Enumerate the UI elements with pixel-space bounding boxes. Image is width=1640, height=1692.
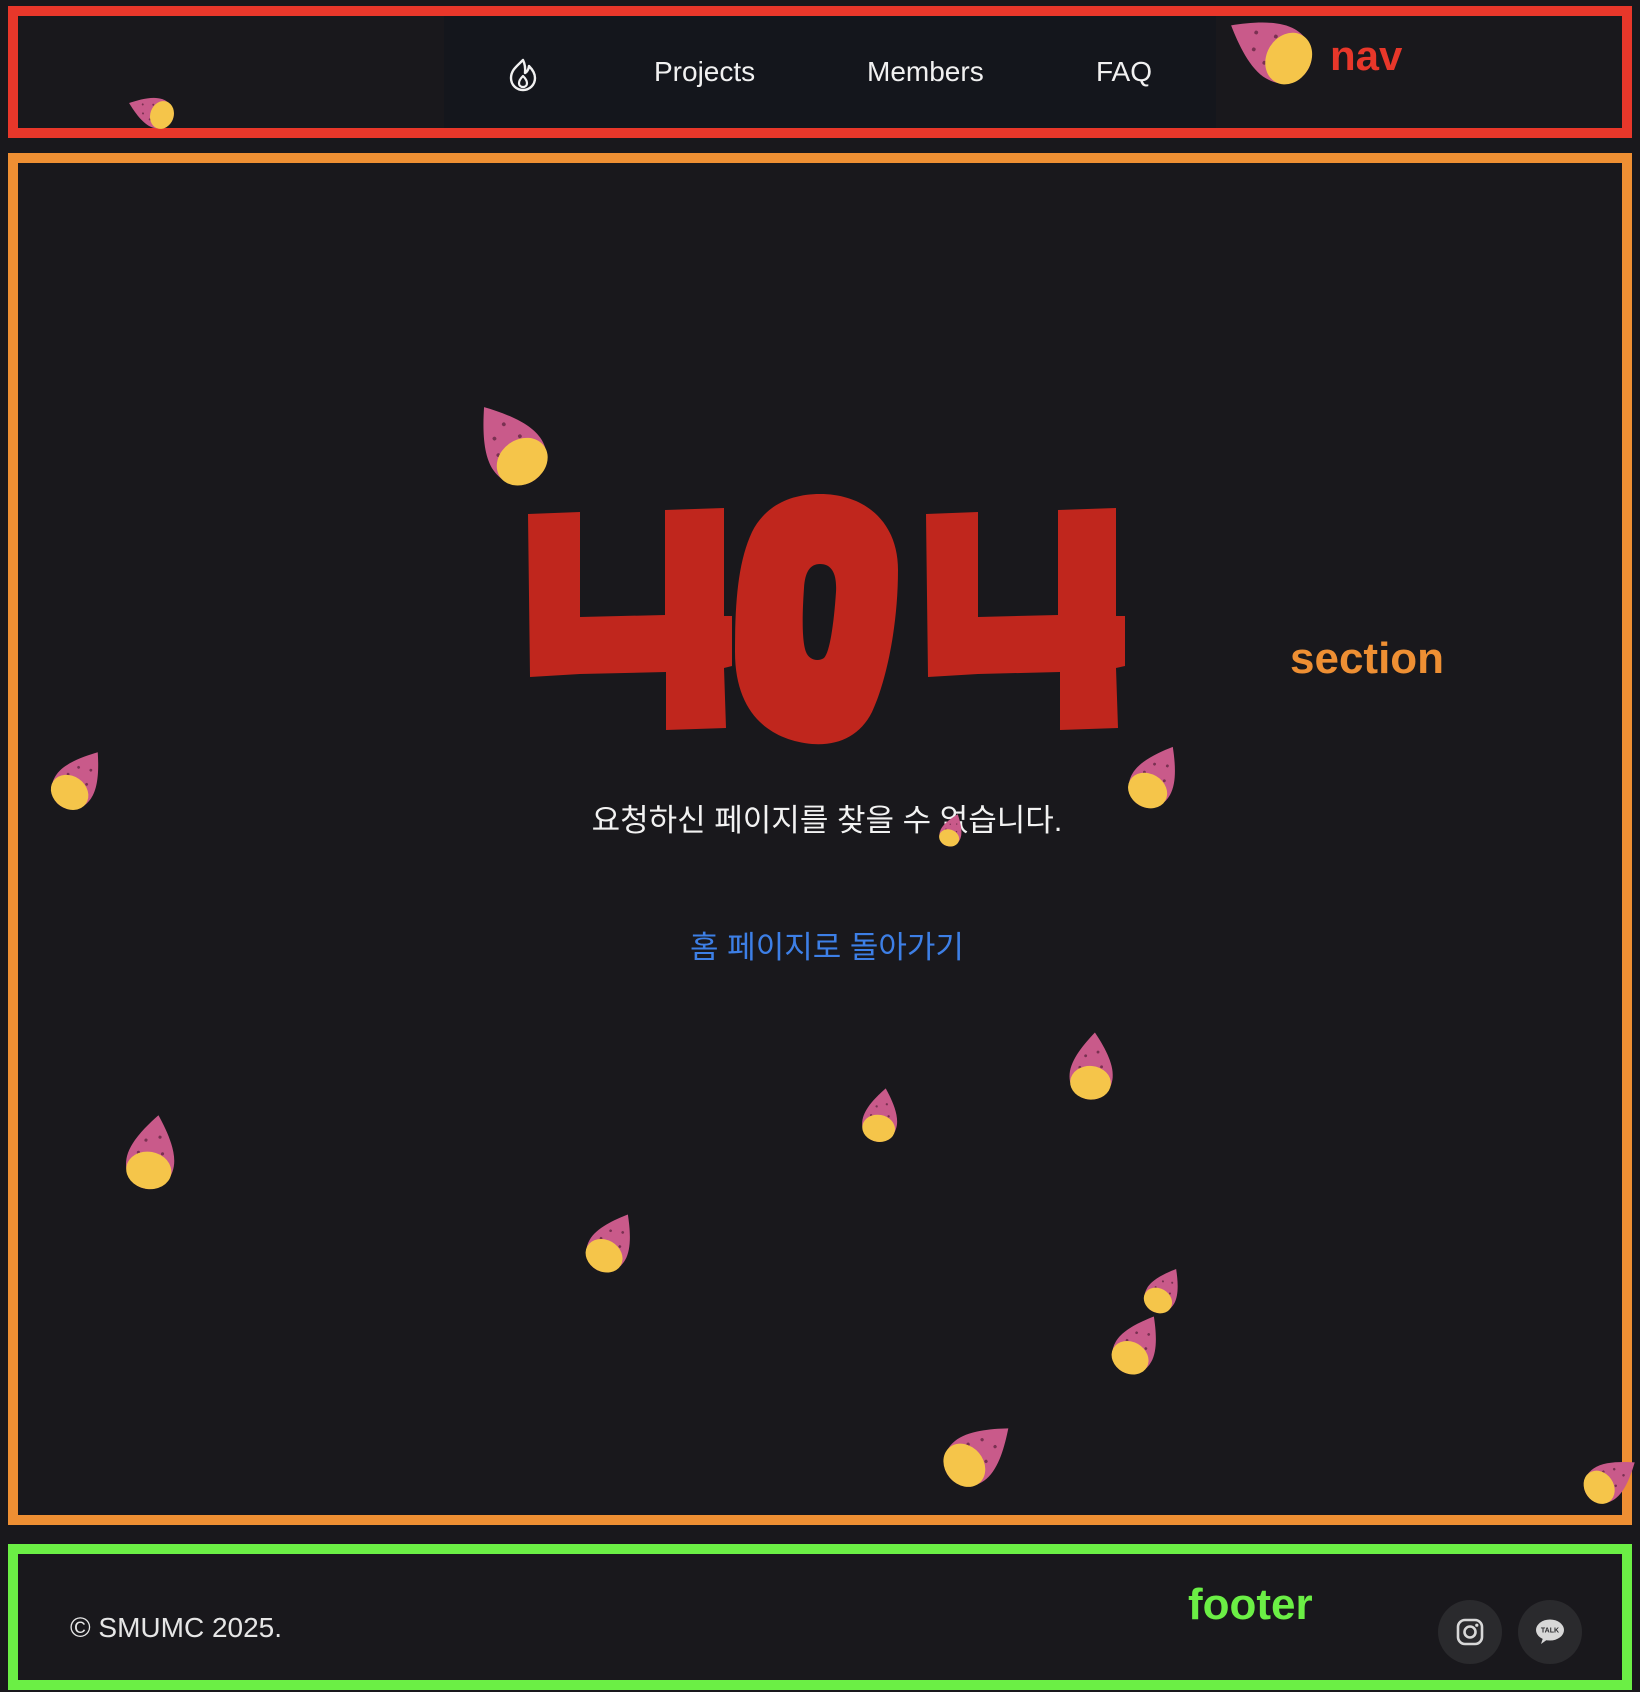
footer-annotation-label: footer [1188, 1580, 1313, 1629]
digit-zero [735, 494, 898, 745]
section-annotation-label: section [1290, 634, 1445, 683]
nav-link-members[interactable]: Members [867, 52, 984, 92]
sweet-potato-icon [125, 1115, 175, 1190]
home-logo-link[interactable] [500, 52, 546, 98]
nav-link-projects[interactable]: Projects [654, 52, 755, 92]
sweet-potato-icon [862, 1088, 898, 1142]
back-home-link[interactable]: 홈 페이지로 돌아가기 [0, 922, 1640, 967]
digit-four-right [926, 508, 1125, 730]
kakaotalk-link[interactable]: TALK [1518, 1600, 1582, 1664]
digit-four-left [528, 508, 732, 730]
kakaotalk-icon: TALK [1536, 1619, 1564, 1644]
instagram-icon [1456, 1618, 1484, 1646]
nav-annotation-label: nav [1330, 32, 1403, 79]
nav-link-faq[interactable]: FAQ [1096, 52, 1152, 92]
instagram-link[interactable] [1438, 1600, 1502, 1664]
sweet-potato-icon [1069, 1032, 1113, 1100]
copyright-text: © SMUMC 2025. [70, 1612, 283, 1643]
error-code-404: 404 [528, 494, 1125, 745]
kakaotalk-label: TALK [1541, 1628, 1559, 1635]
flame-icon [509, 58, 537, 92]
error-message: 요청하신 페이지를 찾을 수 없습니다. [591, 803, 1063, 838]
